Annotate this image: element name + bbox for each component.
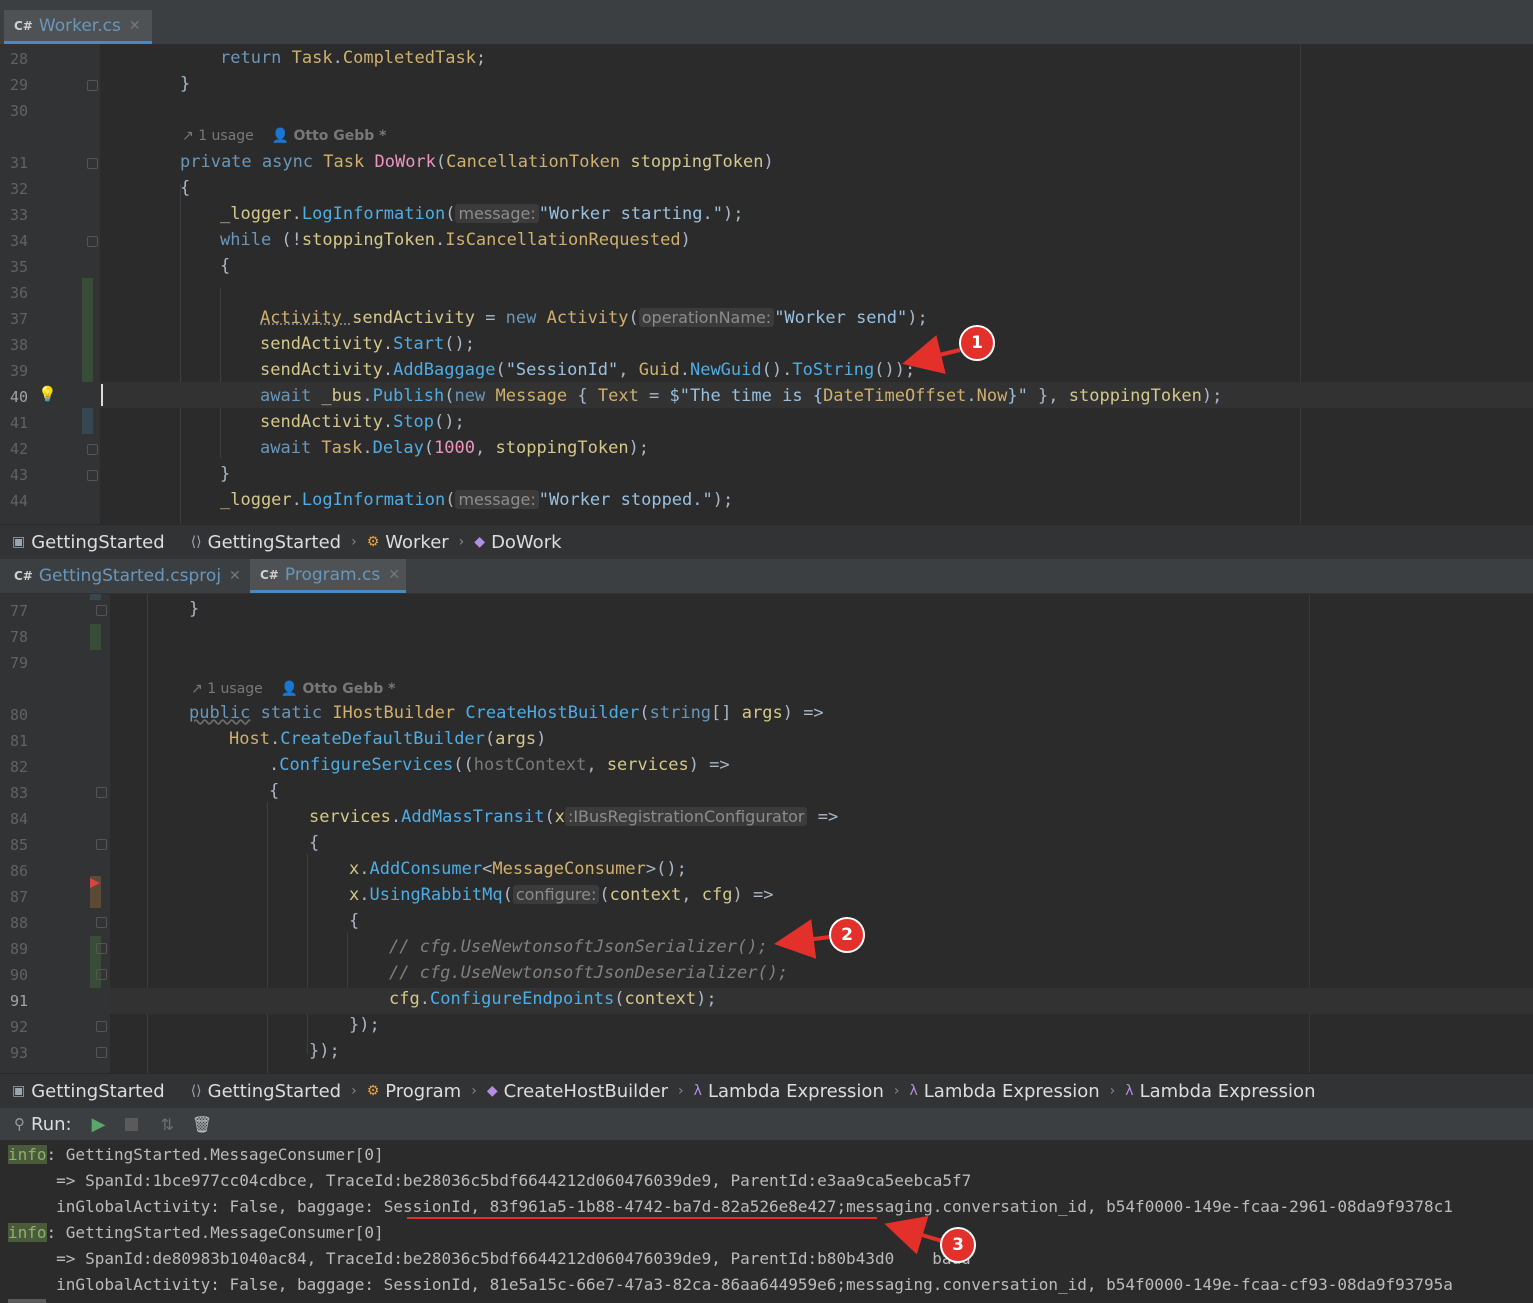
annotation-badge-1: 1 xyxy=(959,325,995,361)
annotation-badge-2: 2 xyxy=(829,917,865,953)
arrow-3 xyxy=(884,1216,943,1255)
arrow-1 xyxy=(902,335,961,374)
arrow-2 xyxy=(774,919,831,959)
annotation-arrows xyxy=(774,335,961,1255)
annotation-badge-3: 3 xyxy=(940,1227,976,1263)
